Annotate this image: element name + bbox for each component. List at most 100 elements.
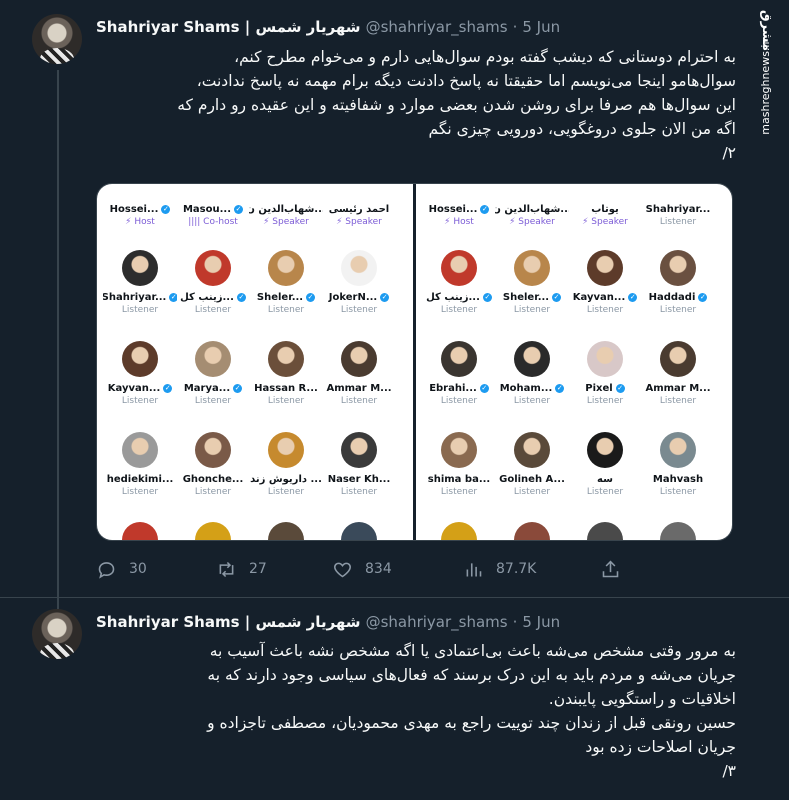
participant-name: hediekimi... [106,474,174,485]
participant-card[interactable]: Moham... ✓ Listener [495,341,569,406]
participant-card[interactable]: Shahriyar... ✓ Listener [103,250,177,315]
author-avatar[interactable] [32,609,82,659]
participant-card[interactable]: زینب کل... ✓ Listener [422,250,496,315]
participant-avatar[interactable] [660,522,696,540]
verified-badge-icon: ✓ [306,293,316,302]
participant-card[interactable]: Ghonche... Listener [176,432,250,497]
verified-badge-icon: ✓ [161,205,171,214]
participant-card[interactable]: Ammar M... Listener [641,341,715,406]
participant-card[interactable]: Kayvan... ✓ Listener [103,341,177,406]
participant-role: Listener [267,487,305,497]
participant-card[interactable]: داریوش زند ... Listener [249,432,323,497]
tweet-date[interactable]: 5 Jun [522,613,560,631]
participant-card[interactable]: Hossei... ✓ ⚡ Host [422,184,496,227]
participant-role: Listener [340,487,378,497]
media-panel-left[interactable]: Hossei... ✓ ⚡ Host Masou... ✓ |||| Co-host شها… [97,184,413,540]
participant-avatar[interactable] [195,522,231,540]
participant-card[interactable]: shima ba... Listener [422,432,496,497]
participant-card[interactable]: Haddadi ✓ Listener [641,250,715,315]
participant-card[interactable]: Sheler... ✓ Listener [495,250,569,315]
participant-avatar[interactable] [514,522,550,540]
participant-card[interactable]: Marya... ✓ Listener [176,341,250,406]
participant-role: Listener [194,396,232,406]
participant-avatar[interactable] [122,522,158,540]
participant-card[interactable]: Kayvan... ✓ Listener [568,250,642,315]
verified-badge-icon: ✓ [163,384,173,393]
display-name[interactable]: Shahriyar Shams | شهریار شمس [96,613,361,631]
participant-avatar [660,250,696,286]
participant-avatar [341,250,377,286]
participant-card[interactable]: JokerN... ✓ Listener [322,250,396,315]
participant-role: Listener [659,487,697,497]
participant-name: Marya... ✓ [183,383,243,394]
participant-role: Listener [586,305,624,315]
participant-card[interactable]: Pixel ✓ Listener [568,341,642,406]
verified-badge-icon: ✓ [555,384,565,393]
participant-card[interactable]: سه Listener [568,432,642,497]
thread-line [57,70,59,600]
participant-card[interactable]: Ammar M... Listener [322,341,396,406]
participant-avatar [587,432,623,468]
participant-avatar [441,250,477,286]
retweet-button[interactable]: 27 [216,556,267,582]
participant-name: شهاب‌الدین ن... [495,204,569,215]
participant-avatar [341,341,377,377]
author-avatar[interactable] [32,14,82,64]
verified-badge-icon: ✓ [380,293,390,302]
participant-card[interactable]: hediekimi... Listener [103,432,177,497]
reply-button[interactable]: 30 [96,556,147,582]
reply-icon [98,561,115,579]
participant-card[interactable]: Ebrahi... ✓ Listener [422,341,496,406]
participant-card[interactable]: احمد رئیسی ⚡ Speaker [322,184,396,227]
participant-avatar [268,432,304,468]
participant-role: |||| Co-host [188,217,238,227]
participant-name: Moham... ✓ [499,383,565,394]
participant-role: ⚡ Speaker [336,217,382,227]
tweet-1[interactable]: Shahriyar Shams | شهریار شمس @shahriyar_… [0,0,789,600]
participant-card[interactable]: یوتاب ⚡ Speaker [568,184,642,227]
share-button[interactable] [600,556,621,582]
participant-name: Sheler... ✓ [502,292,562,303]
participant-name: Kayvan... ✓ [572,292,638,303]
handle[interactable]: @shahriyar_shams [366,18,508,36]
participant-card[interactable]: Naser Kh... Listener [322,432,396,497]
participant-name: Shahriyar... [645,204,711,215]
participant-card[interactable]: Sheler... ✓ Listener [249,250,323,315]
display-name[interactable]: Shahriyar Shams | شهریار شمس [96,18,361,36]
participant-card[interactable]: Masou... ✓ |||| Co-host [176,184,250,227]
participant-role: Listener [267,305,305,315]
participant-card[interactable]: شهاب‌الدین ن... ⚡ Speaker [495,184,569,227]
participant-card[interactable]: Mahvash Listener [641,432,715,497]
participant-name: shima ba... [427,474,491,485]
tweet-media[interactable]: Hossei... ✓ ⚡ Host Masou... ✓ |||| Co-host شها… [96,183,733,541]
participant-role: Listener [440,487,478,497]
participant-avatar[interactable] [268,522,304,540]
participant-name: Pixel ✓ [585,383,625,394]
tweet-date[interactable]: 5 Jun [522,18,560,36]
participant-avatar[interactable] [441,522,477,540]
tweet-2[interactable]: Shahriyar Shams | شهریار شمس @shahriyar_… [0,599,789,800]
participant-card[interactable]: Hossei... ✓ ⚡ Host [103,184,177,227]
participant-card[interactable]: شهاب‌الدین ن... ⚡ Speaker [249,184,323,227]
participant-card[interactable]: زینب کل... ✓ Listener [176,250,250,315]
participant-name: Naser Kh... [327,474,391,485]
participant-avatar [122,250,158,286]
tweet-text: به مرور وقتی مشخص می‌شه باعث بی‌اعتمادی … [207,642,736,780]
handle[interactable]: @shahriyar_shams [366,613,508,631]
participant-name: Ghonche... [182,474,244,485]
participant-card[interactable]: Golineh A... Listener [495,432,569,497]
participant-avatar [195,250,231,286]
participant-name: Mahvash [652,474,704,485]
participant-avatar[interactable] [341,522,377,540]
verified-badge-icon: ✓ [615,384,625,393]
participant-card[interactable]: Hassan R... Listener [249,341,323,406]
views-button[interactable]: 87.7K [463,556,536,582]
like-button[interactable]: 834 [332,556,392,582]
participant-name: شهاب‌الدین ن... [249,204,323,215]
participant-role: Listener [659,396,697,406]
participant-card[interactable]: Shahriyar... Listener [641,184,715,227]
participant-avatar[interactable] [587,522,623,540]
participant-role: Listener [121,396,159,406]
participant-name: Ebrahi... ✓ [429,383,489,394]
media-panel-right[interactable]: Hossei...✓ ⚡ Host شهاب‌الدین ن... ⚡ Speaker… [416,184,732,540]
